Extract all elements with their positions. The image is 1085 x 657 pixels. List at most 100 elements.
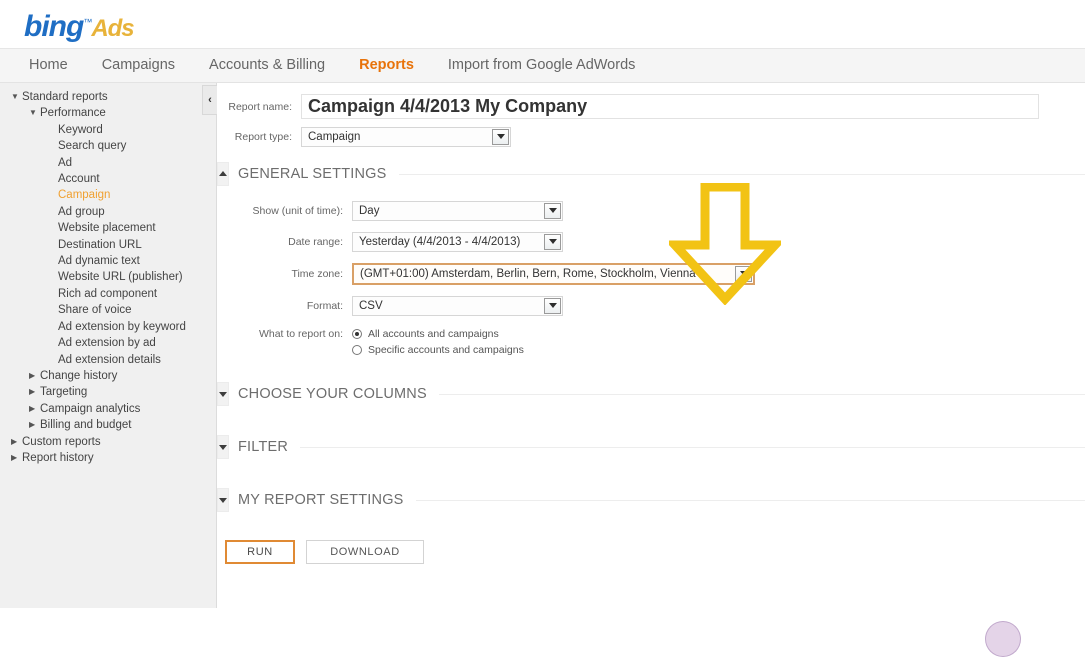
- chevron-up-icon[interactable]: [217, 162, 229, 186]
- tree-item-label: Report history: [22, 452, 94, 464]
- section-header-filter[interactable]: FILTER: [217, 434, 1085, 460]
- page-body: ▼Standard reports▼PerformanceKeywordSear…: [0, 83, 1085, 608]
- tree-item-campaign[interactable]: Campaign: [0, 187, 216, 203]
- tree-item-label: Custom reports: [22, 436, 101, 448]
- section-divider: [399, 174, 1085, 175]
- sidebar-collapse-icon[interactable]: ‹: [202, 85, 217, 115]
- logo-bing-text: bing: [24, 10, 83, 43]
- tree-item-targeting[interactable]: ▶ Targeting: [0, 384, 216, 400]
- bottom-white-strip: [0, 608, 1085, 636]
- tree-item-account[interactable]: Account: [0, 171, 216, 187]
- logo-ads-text: Ads: [91, 15, 133, 42]
- tree-item-label: Search query: [58, 140, 126, 152]
- tree-item-label: Standard reports: [22, 91, 108, 103]
- run-button[interactable]: RUN: [225, 540, 295, 564]
- nav-item-import-from-google-adwords[interactable]: Import from Google AdWords: [431, 49, 653, 82]
- show-unit-of-time-select[interactable]: Day: [352, 201, 563, 221]
- bing-ads-logo[interactable]: bing™Ads: [24, 4, 134, 47]
- chevron-down-icon[interactable]: [735, 266, 752, 282]
- date-range-value: Yesterday (4/4/2013 - 4/4/2013): [353, 233, 544, 251]
- chevron-down-icon[interactable]: [544, 298, 561, 314]
- what-to-report-on-label: What to report on:: [217, 327, 352, 340]
- twisty-collapsed-icon[interactable]: ▶: [11, 434, 17, 450]
- tree-item-performance[interactable]: ▼Performance: [0, 105, 216, 121]
- report-name-input[interactable]: [301, 94, 1039, 119]
- chevron-down-icon[interactable]: [217, 435, 229, 459]
- section-header-choose-your-columns[interactable]: CHOOSE YOUR COLUMNS: [217, 381, 1085, 407]
- tree-item-billing-and-budget[interactable]: ▶Billing and budget: [0, 417, 216, 433]
- chevron-down-icon[interactable]: [492, 129, 509, 145]
- chevron-down-icon[interactable]: [217, 382, 229, 406]
- format-row: Format: CSV: [217, 296, 1085, 316]
- tree-item-change-history[interactable]: ▶Change history: [0, 368, 216, 384]
- tree-item-label: Performance: [40, 107, 106, 119]
- download-button[interactable]: DOWNLOAD: [306, 540, 424, 564]
- nav-item-reports[interactable]: Reports: [342, 49, 431, 82]
- tree-item-campaign-analytics[interactable]: ▶ Campaign analytics: [0, 401, 216, 417]
- tree-item-website-placement[interactable]: Website placement: [0, 220, 216, 236]
- tree-item-ad-extension-by-ad[interactable]: Ad extension by ad: [0, 335, 216, 351]
- tree-item-label: Campaign: [58, 189, 110, 201]
- twisty-collapsed-icon[interactable]: ▶: [29, 368, 35, 384]
- tree-item-label: Targeting: [40, 386, 87, 398]
- tree-item-ad-dynamic-text[interactable]: Ad dynamic text: [0, 253, 216, 269]
- tree-item-ad[interactable]: Ad: [0, 155, 216, 171]
- tree-item-label: Ad extension by ad: [58, 337, 156, 349]
- date-range-label: Date range:: [217, 236, 352, 248]
- radio-option-label[interactable]: Specific accounts and campaigns: [368, 343, 524, 357]
- tree-item-label: Ad: [58, 157, 72, 169]
- format-label: Format:: [217, 300, 352, 312]
- show-unit-of-time-value: Day: [353, 202, 544, 220]
- tree-item-custom-reports[interactable]: ▶ Custom reports: [0, 434, 216, 450]
- chevron-down-icon[interactable]: [217, 488, 229, 512]
- twisty-collapsed-icon[interactable]: ▶: [29, 384, 35, 400]
- tree-item-ad-extension-by-keyword[interactable]: Ad extension by keyword: [0, 319, 216, 335]
- radio-option-row[interactable]: Specific accounts and campaigns: [352, 343, 524, 357]
- chevron-down-icon[interactable]: [544, 234, 561, 250]
- twisty-expanded-icon[interactable]: ▼: [29, 105, 37, 121]
- tree-item-keyword[interactable]: Keyword: [0, 122, 216, 138]
- tree-item-share-of-voice[interactable]: Share of voice: [0, 302, 216, 318]
- tree-item-label: Website placement: [58, 222, 156, 234]
- tree-item-label: Destination URL: [58, 239, 142, 251]
- date-range-select[interactable]: Yesterday (4/4/2013 - 4/4/2013): [352, 232, 563, 252]
- tree-item-ad-group[interactable]: Ad group: [0, 204, 216, 220]
- time-zone-label: Time zone:: [217, 268, 352, 280]
- radio-option-label[interactable]: All accounts and campaigns: [368, 327, 499, 341]
- section-divider: [300, 447, 1085, 448]
- nav-item-campaigns[interactable]: Campaigns: [85, 49, 192, 82]
- twisty-collapsed-icon[interactable]: ▶: [11, 450, 17, 466]
- section-title: MY REPORT SETTINGS: [238, 492, 416, 508]
- tree-item-rich-ad-component[interactable]: Rich ad component: [0, 286, 216, 302]
- radio-button-icon[interactable]: [352, 345, 362, 355]
- time-zone-row: Time zone: (GMT+01:00) Amsterdam, Berlin…: [217, 263, 1085, 285]
- tree-item-label: Campaign analytics: [40, 403, 140, 415]
- radio-option-row[interactable]: All accounts and campaigns: [352, 327, 524, 341]
- general-settings-header[interactable]: GENERAL SETTINGS: [217, 161, 1085, 187]
- tree-item-destination-url[interactable]: Destination URL: [0, 237, 216, 253]
- chevron-down-icon[interactable]: [544, 203, 561, 219]
- section-divider: [416, 500, 1085, 501]
- section-title: FILTER: [238, 439, 300, 455]
- tree-item-search-query[interactable]: Search query: [0, 138, 216, 154]
- section-header-my-report-settings[interactable]: MY REPORT SETTINGS: [217, 487, 1085, 513]
- report-type-label: Report type:: [217, 131, 301, 143]
- date-range-row: Date range: Yesterday (4/4/2013 - 4/4/20…: [217, 232, 1085, 252]
- nav-item-accounts-billing[interactable]: Accounts & Billing: [192, 49, 342, 82]
- report-type-select[interactable]: Campaign: [301, 127, 511, 147]
- time-zone-select[interactable]: (GMT+01:00) Amsterdam, Berlin, Bern, Rom…: [352, 263, 755, 285]
- twisty-collapsed-icon[interactable]: ▶: [29, 401, 35, 417]
- tree-item-ad-extension-details[interactable]: Ad extension details: [0, 352, 216, 368]
- twisty-collapsed-icon[interactable]: ▶: [29, 417, 35, 433]
- section-divider: [439, 394, 1085, 395]
- report-type-value: Campaign: [302, 128, 492, 146]
- top-navigation-bar: HomeCampaignsAccounts & BillingReportsIm…: [0, 48, 1085, 83]
- tree-item-standard-reports[interactable]: ▼Standard reports: [0, 89, 216, 105]
- tree-item-report-history[interactable]: ▶ Report history: [0, 450, 216, 466]
- report-builder-panel: Report name: Report type: Campaign GENER…: [217, 83, 1085, 608]
- nav-item-home[interactable]: Home: [12, 49, 85, 82]
- twisty-expanded-icon[interactable]: ▼: [11, 89, 19, 105]
- tree-item-website-url-publisher[interactable]: Website URL (publisher): [0, 269, 216, 285]
- format-select[interactable]: CSV: [352, 296, 563, 316]
- radio-button-icon[interactable]: [352, 329, 362, 339]
